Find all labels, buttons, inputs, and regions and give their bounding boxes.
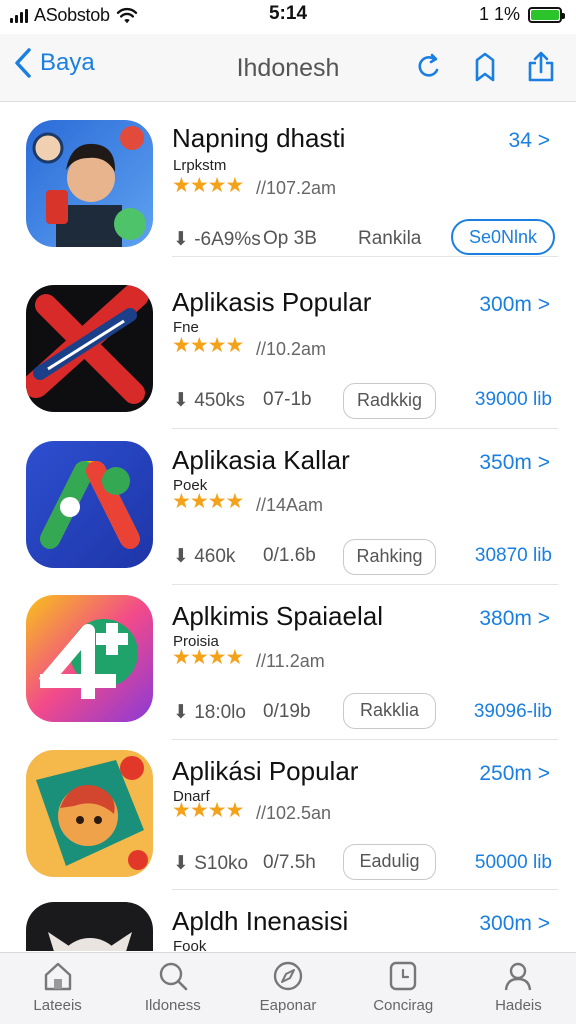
app-name: Apldh Inenasisi (172, 906, 349, 936)
download-icon: ⬇ (173, 853, 189, 874)
app-size: 0/7.5h (263, 852, 316, 873)
tab-label: Lateeis (33, 997, 82, 1014)
review-count: 50000 lib (474, 852, 552, 873)
rating-count: //107.2am (256, 178, 337, 198)
app-price[interactable]: 300m > (479, 293, 550, 317)
star-rating-icon: ★★★★ (172, 799, 244, 822)
download-icon: ⬇ (173, 229, 189, 250)
app-icon (26, 902, 153, 951)
app-icon (26, 285, 153, 412)
ranking-button[interactable]: Rakklia (343, 693, 436, 729)
list-item[interactable]: Napning dhasti 34 > Lrpkstm ★★★★ //107.2… (0, 103, 576, 257)
app-icon (26, 441, 153, 568)
app-name: Aplikasia Kallar (172, 445, 350, 475)
clock-icon (390, 961, 417, 991)
ranking-button[interactable]: Radkkig (343, 383, 436, 419)
star-rating-icon: ★★★★ (172, 174, 244, 197)
star-rating-icon: ★★★★ (172, 334, 244, 357)
status-bar: ASobstob 5:14 1 1% (0, 0, 576, 30)
divider (172, 256, 558, 257)
tab-label: Hadeis (495, 997, 542, 1014)
review-count: 39096-lib (473, 701, 552, 722)
app-icon (26, 750, 153, 877)
app-name: Aplikasis Popular (172, 287, 372, 317)
tab-search[interactable]: Ildoness (115, 953, 230, 1024)
search-icon (159, 962, 188, 991)
review-count: 30870 lib (474, 545, 552, 566)
app-price[interactable]: 350m > (479, 451, 550, 475)
tab-profile[interactable]: Hadeis (461, 953, 576, 1024)
rank-label: Rankila (358, 228, 422, 249)
rating-count: //14Aam (256, 495, 324, 515)
list-item[interactable]: Aplikási Popular 250m > Dnarf ★★★★ //102… (0, 740, 576, 890)
app-price[interactable]: 380m > (479, 607, 550, 631)
download-count: ⬇ 18:0lo (173, 702, 246, 723)
list-item[interactable]: Aplkimis Spaiaelal 380m > Proisia ★★★★ /… (0, 585, 576, 740)
download-count: ⬇ S10ko (173, 853, 249, 874)
star-rating-icon: ★★★★ (172, 490, 244, 513)
tab-bar: Lateeis Ildoness Eaponar Concirag Hadeis (0, 952, 576, 1024)
download-icon: ⬇ (173, 702, 189, 723)
star-rating-icon: ★★★★ (172, 646, 244, 669)
battery-icon (528, 6, 565, 23)
app-icon (26, 120, 153, 247)
list-item[interactable]: Aplikasia Kallar 350m > Poek ★★★★ //14Aa… (0, 429, 576, 585)
app-name: Aplkimis Spaiaelal (172, 601, 383, 631)
app-category: Fook (173, 938, 207, 951)
app-size: Op 3B (263, 228, 317, 249)
app-category: Lrpkstm (173, 157, 227, 174)
list-item[interactable]: Apldh Inenasisi 300m > Fook (0, 890, 576, 951)
rating-count: //102.5an (256, 803, 332, 823)
app-size: 0/1.6b (263, 545, 316, 566)
battery-percent: 1 1% (478, 4, 520, 24)
tab-explore[interactable]: Eaponar (230, 953, 345, 1024)
download-count: ⬇ 460k (173, 546, 236, 567)
list-item[interactable]: Aplikasis Popular 300m > Fne ★★★★ //10.2… (0, 269, 576, 429)
share-icon[interactable] (524, 50, 558, 84)
tab-label: Ildoness (144, 997, 201, 1014)
download-icon: ⬇ (173, 546, 189, 567)
app-name: Napning dhasti (172, 123, 346, 153)
download-count: ⬇ 450ks (173, 390, 245, 411)
tab-label: Concirag (373, 997, 434, 1014)
app-list: Napning dhasti 34 > Lrpkstm ★★★★ //107.2… (0, 103, 576, 951)
bookmark-icon[interactable] (468, 50, 502, 84)
app-price[interactable]: 34 > (509, 129, 550, 153)
compass-icon (273, 961, 303, 991)
navigation-bar: Baya Ihdonesh (0, 34, 576, 102)
app-size: 07-1b (263, 389, 312, 410)
get-button[interactable]: Se0Nlnk (451, 219, 555, 255)
rating-count: //11.2am (256, 651, 325, 671)
home-icon (44, 962, 71, 991)
tab-label: Eaponar (259, 997, 317, 1014)
tab-home[interactable]: Lateeis (0, 953, 115, 1024)
ranking-button[interactable]: Rahking (343, 539, 436, 575)
person-icon (505, 962, 532, 991)
rating-count: //10.2am (256, 339, 327, 359)
app-size: 0/19b (263, 701, 311, 722)
app-icon (26, 595, 153, 722)
download-icon: ⬇ (173, 390, 189, 411)
app-price[interactable]: 250m > (479, 762, 550, 786)
review-count: 39000 lib (474, 389, 552, 410)
tab-history[interactable]: Concirag (346, 953, 461, 1024)
nav-actions (412, 50, 558, 84)
app-name: Aplikási Popular (172, 756, 359, 786)
download-count: ⬇ -6A9%s (173, 229, 261, 250)
refresh-icon[interactable] (412, 50, 446, 84)
status-right: 1 1% (478, 4, 565, 25)
ranking-button[interactable]: Eadulig (343, 844, 436, 880)
app-price[interactable]: 300m > (479, 912, 550, 936)
